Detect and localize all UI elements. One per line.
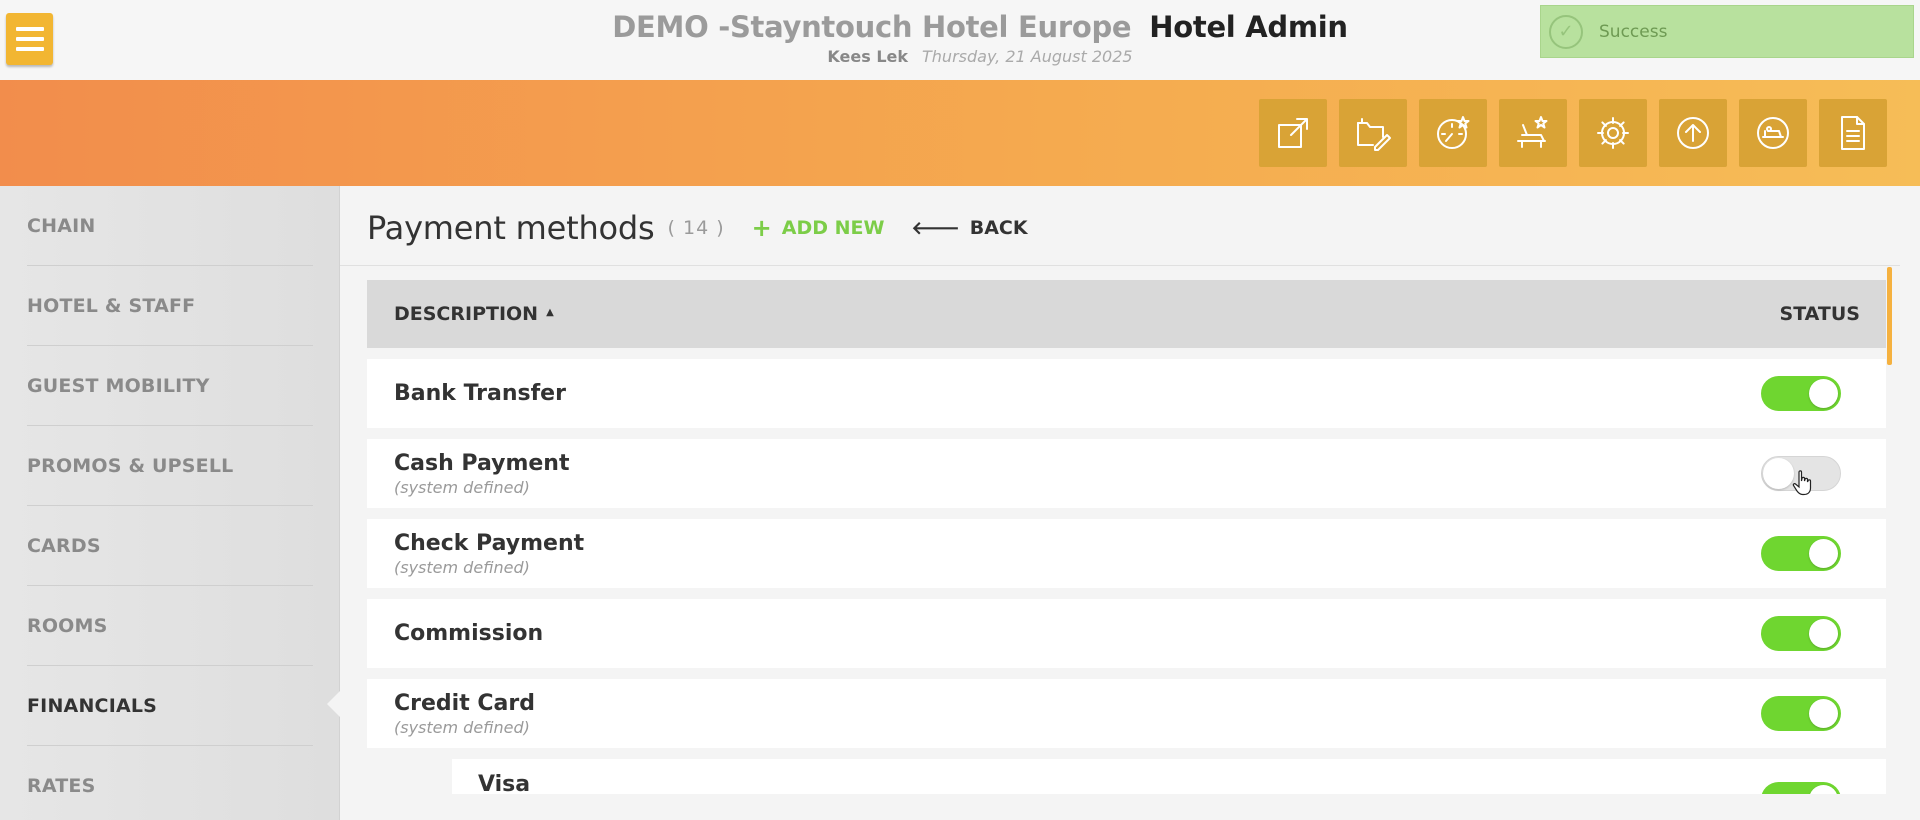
sidebar-item-financials[interactable]: FINANCIALS [27, 666, 313, 746]
sidebar-item-label: RATES [27, 775, 96, 797]
guest-bed-icon[interactable] [1739, 99, 1807, 167]
payment-method-name: Visa [478, 772, 531, 794]
sidebar-item-hotel-staff[interactable]: HOTEL & STAFF [27, 266, 313, 346]
column-label: DESCRIPTION [394, 303, 539, 325]
sidebar: CHAIN HOTEL & STAFF GUEST MOBILITY PROMO… [0, 186, 340, 820]
toggle-knob [1809, 699, 1838, 728]
hotel-name: DEMO -Stayntouch Hotel Europe [612, 10, 1132, 44]
main-content: Payment methods ( 14 ) + ADD NEW 🡐 BACK DE… [340, 186, 1920, 820]
status-toggle[interactable] [1761, 536, 1841, 571]
folder-edit-icon[interactable] [1339, 99, 1407, 167]
success-toast: ✓ Success [1540, 5, 1914, 58]
check-circle-icon: ✓ [1549, 14, 1583, 49]
status-toggle[interactable] [1761, 376, 1841, 411]
payment-method-name: Cash Payment [394, 450, 570, 476]
active-item-pointer [327, 690, 341, 718]
sidebar-item-label: HOTEL & STAFF [27, 294, 196, 317]
app-name: Hotel Admin [1149, 10, 1348, 44]
sidebar-item-label: CHAIN [27, 214, 96, 237]
hand-cursor-icon [1792, 470, 1812, 496]
payment-method-name: Check Payment [394, 530, 585, 556]
table-row-sub-item[interactable]: Visa [452, 759, 1886, 794]
row-text: Check Payment (system defined) [394, 530, 584, 578]
table-row[interactable]: Check Payment (system defined) [367, 519, 1886, 588]
row-text: Bank Transfer [394, 380, 566, 408]
sidebar-item-promos-upsell[interactable]: PROMOS & UPSELL [27, 426, 313, 506]
toggle-knob [1809, 379, 1838, 408]
table-viewport: DESCRIPTION ▲ STATUS Bank Transfer Cash P… [340, 186, 1920, 794]
toggle-knob [1809, 785, 1838, 794]
sidebar-item-guest-mobility[interactable]: GUEST MOBILITY [27, 346, 313, 426]
sidebar-item-rooms[interactable]: ROOMS [27, 586, 313, 666]
sidebar-item-label: ROOMS [27, 614, 108, 637]
row-text: Visa [478, 771, 530, 794]
column-header-status: STATUS [1779, 303, 1860, 325]
toggle-knob [1809, 539, 1838, 568]
sidebar-item-label: FINANCIALS [27, 694, 158, 717]
sidebar-item-label: PROMOS & UPSELL [27, 454, 234, 477]
table-row[interactable]: Cash Payment (system defined) [367, 439, 1886, 508]
row-text: Commission [394, 620, 543, 648]
table-row[interactable]: Commission [367, 599, 1886, 668]
toggle-knob [1763, 458, 1794, 489]
toast-message: Success [1599, 21, 1668, 42]
toggle-knob [1809, 619, 1838, 648]
table-row[interactable]: Credit Card (system defined) [367, 679, 1886, 748]
dashboard-star-icon[interactable] [1419, 99, 1487, 167]
status-toggle[interactable] [1761, 696, 1841, 731]
payment-method-name: Bank Transfer [394, 380, 566, 406]
row-text: Cash Payment (system defined) [394, 450, 569, 498]
sidebar-item-rates[interactable]: RATES [27, 746, 313, 820]
status-toggle[interactable] [1761, 782, 1841, 794]
sidebar-item-chain[interactable]: CHAIN [27, 186, 313, 266]
column-header-description[interactable]: DESCRIPTION ▲ [394, 303, 554, 325]
settings-gear-icon[interactable] [1579, 99, 1647, 167]
system-defined-note: (system defined) [394, 717, 530, 737]
table-header: DESCRIPTION ▲ STATUS [367, 280, 1886, 348]
external-link-icon[interactable] [1259, 99, 1327, 167]
housekeeping-star-icon[interactable] [1499, 99, 1567, 167]
payment-methods-table: DESCRIPTION ▲ STATUS Bank Transfer Cash P… [367, 280, 1886, 794]
upload-circle-icon[interactable] [1659, 99, 1727, 167]
system-defined-note: (system defined) [394, 557, 530, 577]
system-defined-note: (system defined) [394, 477, 530, 497]
table-row[interactable]: Bank Transfer [367, 359, 1886, 428]
top-header: DEMO -Stayntouch Hotel Europe Hotel Admin… [0, 0, 1920, 80]
sidebar-item-cards[interactable]: CARDS [27, 506, 313, 586]
document-icon[interactable] [1819, 99, 1887, 167]
scrollbar-thumb[interactable] [1887, 267, 1892, 365]
sidebar-item-label: CARDS [27, 534, 101, 557]
payment-method-name: Credit Card [394, 690, 535, 716]
sort-ascending-icon: ▲ [546, 307, 554, 318]
row-text: Credit Card (system defined) [394, 690, 535, 738]
payment-method-name: Commission [394, 620, 544, 646]
sidebar-item-label: GUEST MOBILITY [27, 374, 210, 397]
status-toggle[interactable] [1761, 616, 1841, 651]
user-name: Kees Lek [827, 47, 909, 66]
business-date: Thursday, 21 August 2025 [922, 47, 1133, 66]
